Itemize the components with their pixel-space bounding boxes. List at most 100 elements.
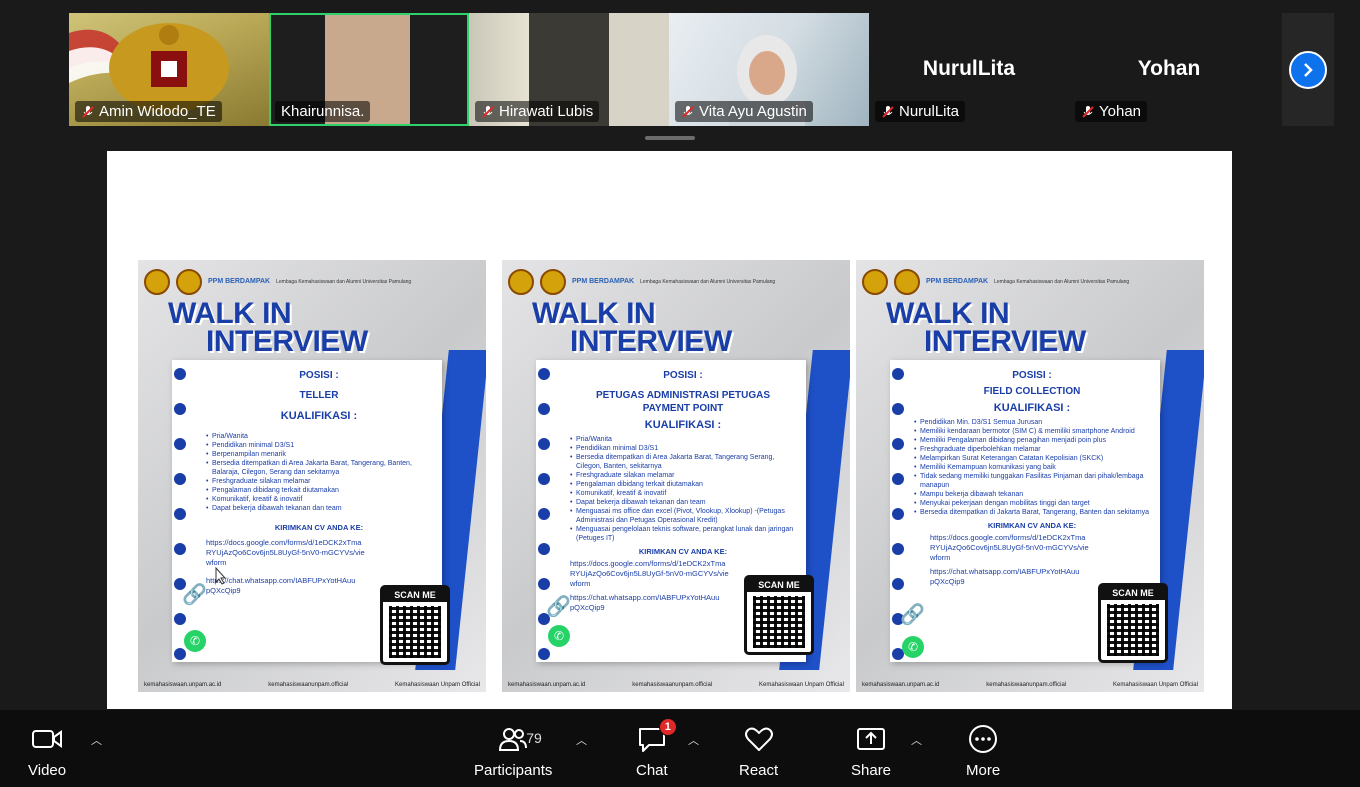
list-item: Komunikatif, kreatif & inovatif (206, 495, 432, 504)
university-logo (508, 269, 534, 295)
qualification-list: Pria/Wanita Pendidikan minimal D3/S1 Ber… (570, 435, 796, 543)
title-line-2: INTERVIEW (206, 325, 368, 358)
chat-button[interactable]: 1 Chat (636, 718, 677, 779)
ring-icon (892, 438, 904, 450)
participant-name-tag: Khairunnisa. (275, 101, 371, 122)
poster-title: WALK IN INTERVIEW (168, 299, 368, 358)
participant-tile[interactable]: Yohan Yohan (1069, 13, 1269, 126)
share-options-caret-icon[interactable]: ︿ (911, 732, 922, 748)
heart-icon (744, 722, 774, 756)
participant-tile-active-speaker[interactable]: Khairunnisa. (269, 13, 469, 126)
university-logo (144, 269, 170, 295)
footer-website: kemahasiswaan.unpam.ac.id (508, 682, 586, 688)
form-url: https://docs.google.com/forms/d/1eDCK2xT… (570, 559, 729, 588)
whatsapp-url: https://chat.whatsapp.com/IABFUPxYotHAuu… (930, 567, 1080, 586)
title-line-2: INTERVIEW (924, 325, 1086, 358)
poster-logos: PPM BERDAMPAK Lembaga Kemahasiswaan dan … (862, 266, 1198, 298)
kualifikasi-heading: KUALIFIKASI : (644, 419, 722, 431)
more-button[interactable]: More (966, 722, 1000, 779)
ring-icon (892, 368, 904, 380)
footer-instagram: kemahasiswaanunpam.official (632, 682, 713, 688)
participant-name: Vita Ayu Agustin (699, 103, 807, 120)
next-participants-button[interactable] (1282, 13, 1334, 126)
list-item: Dapat bekerja dibawah tekanan dan team (206, 504, 432, 513)
chat-options-caret-icon[interactable]: ︿ (688, 732, 699, 748)
kualifikasi-heading: KUALIFIKASI : (280, 410, 358, 422)
list-item: Pendidikan minimal D3/S1 (570, 444, 796, 453)
ring-icon (538, 438, 550, 450)
scan-me-label: SCAN ME (383, 588, 447, 602)
poster-footer: kemahasiswaan.unpam.ac.id kemahasiswaanu… (144, 682, 480, 688)
ring-icon (174, 613, 186, 625)
strip-resize-handle[interactable] (645, 136, 695, 140)
qr-code-image (753, 596, 805, 648)
chat-unread-badge: 1 (658, 718, 677, 736)
chat-icon: 1 (637, 718, 677, 756)
participant-tile[interactable]: Hirawati Lubis (469, 13, 669, 126)
more-ellipsis-icon (968, 722, 998, 756)
participant-tile[interactable]: Amin Widodo_TE (69, 13, 269, 126)
participants-button[interactable]: 79 Participants (474, 722, 552, 779)
scan-me-label: SCAN ME (747, 578, 811, 592)
list-item: Pria/Wanita (570, 435, 796, 444)
participant-name-tag: NurulLita (875, 101, 966, 122)
participant-tile[interactable]: NurulLita NurulLita (869, 13, 1069, 126)
list-item: Menguasai ms office dan excel (Pivot, Vl… (570, 507, 796, 525)
video-options-caret-icon[interactable]: ︿ (91, 732, 102, 748)
participants-options-caret-icon[interactable]: ︿ (576, 732, 587, 748)
footer-website: kemahasiswaan.unpam.ac.id (144, 682, 222, 688)
list-item: Freshgraduate silakan melamar (570, 471, 796, 480)
list-item: Pengalaman dibidang terkait diutamakan (206, 486, 432, 495)
video-camera-icon (31, 722, 63, 756)
job-role: FIELD COLLECTION (983, 386, 1081, 397)
shared-screen: PPM BERDAMPAK Lembaga Kemahasiswaan dan … (107, 151, 1232, 709)
qualification-list: Pendidikan Min. D3/S1 Semua Jurusan Memi… (914, 418, 1150, 517)
participants-count: 79 (526, 730, 542, 746)
list-item: Memiliki Pengalaman dibidang penagihan m… (914, 436, 1150, 445)
qr-code-image (389, 606, 441, 658)
muted-mic-icon (482, 105, 494, 118)
list-item: Memiliki Kemampuan komunikasi yang baik (914, 463, 1150, 472)
react-button[interactable]: React (739, 722, 778, 779)
institution-name: Lembaga Kemahasiswaan dan Alumni Univers… (994, 279, 1130, 285)
job-role: PETUGAS ADMINISTRASI PETUGAS PAYMENT POI… (595, 390, 771, 414)
share-button[interactable]: Share (851, 722, 891, 779)
poster-footer: kemahasiswaan.unpam.ac.id kemahasiswaanu… (862, 682, 1198, 688)
participant-tile[interactable]: Vita Ayu Agustin (669, 13, 869, 126)
qr-code-image (1107, 604, 1159, 656)
ring-icon (538, 368, 550, 380)
whatsapp-url: https://chat.whatsapp.com/IABFUPxYotHAuu… (206, 576, 356, 595)
participant-name: Yohan (1099, 103, 1141, 120)
mouse-cursor-icon (215, 567, 227, 585)
list-item: Komunikatif, kreatif & inovatif (570, 489, 796, 498)
ring-icon (538, 578, 550, 590)
share-screen-icon (856, 722, 886, 756)
scan-me-label: SCAN ME (1101, 586, 1165, 600)
list-item: Melampirkan Surat Keterangan Catatan Kep… (914, 454, 1150, 463)
ring-icon (174, 648, 186, 660)
list-item: Dapat bekerja dibawah tekanan dan team (570, 498, 796, 507)
send-cv-heading: KIRIMKAN CV ANDA KE: (638, 547, 728, 556)
posisi-heading: POSISI : (663, 370, 703, 381)
video-button[interactable]: Video (28, 722, 66, 779)
ring-icon (174, 543, 186, 555)
poster-title: WALK IN INTERVIEW (532, 299, 732, 358)
binder-rings (174, 368, 186, 660)
list-item: Freshgraduate silakan melamar (206, 477, 432, 486)
ring-icon (892, 508, 904, 520)
ring-icon (892, 543, 904, 555)
poster-logos: PPM BERDAMPAK Lembaga Kemahasiswaan dan … (144, 266, 480, 298)
university-logo (862, 269, 888, 295)
ring-icon (174, 438, 186, 450)
title-line-2: INTERVIEW (570, 325, 732, 358)
react-label: React (739, 762, 779, 779)
share-label: Share (851, 762, 892, 779)
footer-instagram: kemahasiswaanunpam.official (986, 682, 1067, 688)
form-url: https://docs.google.com/forms/d/1eDCK2xT… (206, 538, 365, 567)
list-item: Bersedia ditempatkan di Area Jakarta Bar… (570, 453, 796, 471)
footer-youtube: Kemahasiswaan Unpam Official (1113, 682, 1198, 688)
meeting-toolbar: Video ︿ 79 Participants ︿ 1 Chat ︿ React (0, 710, 1360, 787)
link-icon: 🔗 (900, 604, 925, 626)
ring-icon (538, 648, 550, 660)
list-item: Pendidikan minimal D3/S1 (206, 441, 432, 450)
